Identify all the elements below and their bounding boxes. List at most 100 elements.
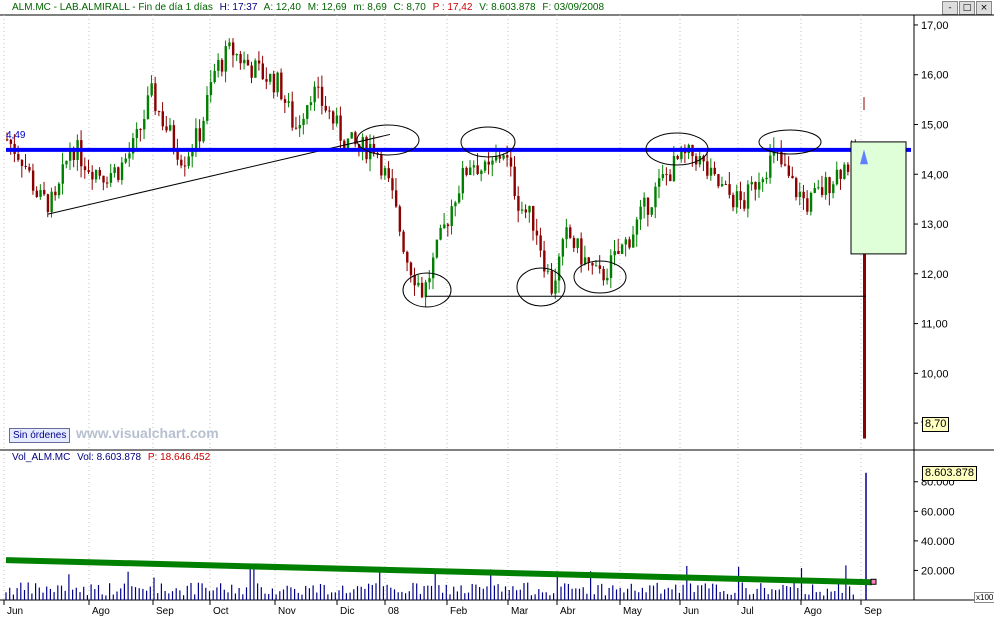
sin-ordenes-button[interactable]: Sin órdenes — [9, 428, 71, 443]
candle-body — [235, 54, 239, 56]
candle-body — [254, 60, 257, 78]
candle-body — [591, 263, 594, 266]
candle-body — [832, 184, 835, 194]
candle-body — [798, 191, 802, 198]
candle-body — [117, 167, 120, 180]
candle-body — [863, 238, 866, 439]
candle-body — [561, 239, 565, 257]
candle-body — [757, 182, 761, 190]
candle-body — [565, 227, 568, 240]
candle-body — [206, 95, 209, 121]
candle-body — [824, 177, 828, 195]
candle-body — [287, 101, 290, 103]
candle-body — [498, 156, 502, 159]
candle-body — [394, 190, 398, 207]
y-tick-label: 14,00 — [921, 169, 949, 181]
price-chart[interactable]: Jun Ago Sep Oct Nov Dic 08 Feb Mar Abr May Jun Jul Ag… — [0, 0, 994, 619]
candle-body — [231, 42, 235, 56]
candle-body — [509, 157, 513, 167]
candle-body — [17, 154, 20, 160]
candle-body — [709, 167, 713, 176]
candle-body — [743, 200, 746, 209]
candle-body — [72, 150, 76, 160]
candle-body — [428, 278, 431, 283]
candle-body — [450, 206, 453, 227]
candle-body — [291, 101, 294, 128]
candle-body — [643, 197, 646, 207]
candle-body — [469, 167, 472, 175]
candle-body — [43, 190, 46, 195]
candle-body — [50, 191, 53, 213]
volume-p: P: 18.646.452 — [147, 452, 211, 463]
candle-body — [406, 251, 409, 263]
x-tick-label: Oct — [213, 606, 229, 617]
candle-body — [457, 193, 461, 203]
candle-body — [802, 191, 805, 199]
candle-body — [791, 175, 794, 179]
candle-body — [843, 164, 846, 179]
x-tick-label: Abr — [560, 606, 576, 617]
candle-body — [339, 115, 342, 141]
y-tick-label: 16,00 — [921, 70, 949, 82]
candle-body — [717, 174, 720, 187]
candle-body — [387, 168, 390, 179]
x-tick-label: Nov — [278, 606, 296, 617]
candle-body — [650, 207, 653, 215]
x-tick-label: Ago — [92, 606, 110, 617]
candle-body — [168, 125, 172, 131]
candle-body — [665, 174, 668, 176]
candle-body — [654, 186, 657, 208]
candle-body — [454, 202, 457, 207]
candle-body — [280, 72, 283, 100]
candle-body — [632, 234, 635, 248]
candle-body — [661, 174, 665, 179]
candle-body — [528, 205, 531, 213]
candle-body — [517, 195, 520, 211]
x-tick-label: Feb — [450, 606, 468, 617]
candle-body — [613, 251, 616, 256]
candle-body — [409, 262, 413, 276]
candle-body — [54, 191, 57, 196]
candle-body — [128, 153, 131, 159]
candle-body — [535, 230, 539, 236]
x-tick-label: Jun — [683, 606, 699, 617]
candle-body — [24, 165, 27, 167]
candle-body — [487, 161, 490, 165]
candle-body — [724, 184, 728, 186]
volume-tag: 8.603.878 — [922, 466, 977, 481]
candle-body — [191, 151, 194, 157]
candle-body — [746, 184, 750, 209]
x100-label: x100 — [974, 592, 994, 603]
candle-body — [554, 280, 557, 294]
candle-body — [83, 166, 87, 171]
candle-body — [420, 282, 424, 298]
y-tick-label: 15,00 — [921, 119, 949, 131]
candle-body — [139, 129, 142, 131]
candle-body — [617, 251, 620, 254]
candle-body — [283, 99, 287, 103]
candle-body — [154, 83, 157, 112]
candle-body — [157, 111, 161, 113]
candle-body — [239, 54, 242, 64]
candle-body — [435, 239, 439, 258]
target-box — [850, 141, 907, 255]
candle-body — [476, 165, 479, 175]
candle-body — [391, 178, 394, 191]
candle-body — [413, 275, 416, 286]
candle-body — [261, 63, 264, 80]
candle-body — [143, 119, 146, 130]
x-tick-label: Sep — [864, 606, 882, 617]
candle-body — [165, 126, 168, 131]
candle-body — [80, 140, 83, 167]
candle-body — [524, 209, 528, 213]
candle-body — [302, 118, 305, 126]
candle-body — [187, 156, 190, 166]
candle-body — [620, 244, 624, 254]
candle-body — [102, 175, 105, 183]
candle-body — [572, 237, 576, 248]
candle-body — [68, 150, 72, 161]
candle-body — [313, 86, 316, 103]
y-tick-label: 11,00 — [921, 319, 948, 331]
candle-body — [635, 219, 639, 235]
candle-body — [713, 167, 716, 175]
